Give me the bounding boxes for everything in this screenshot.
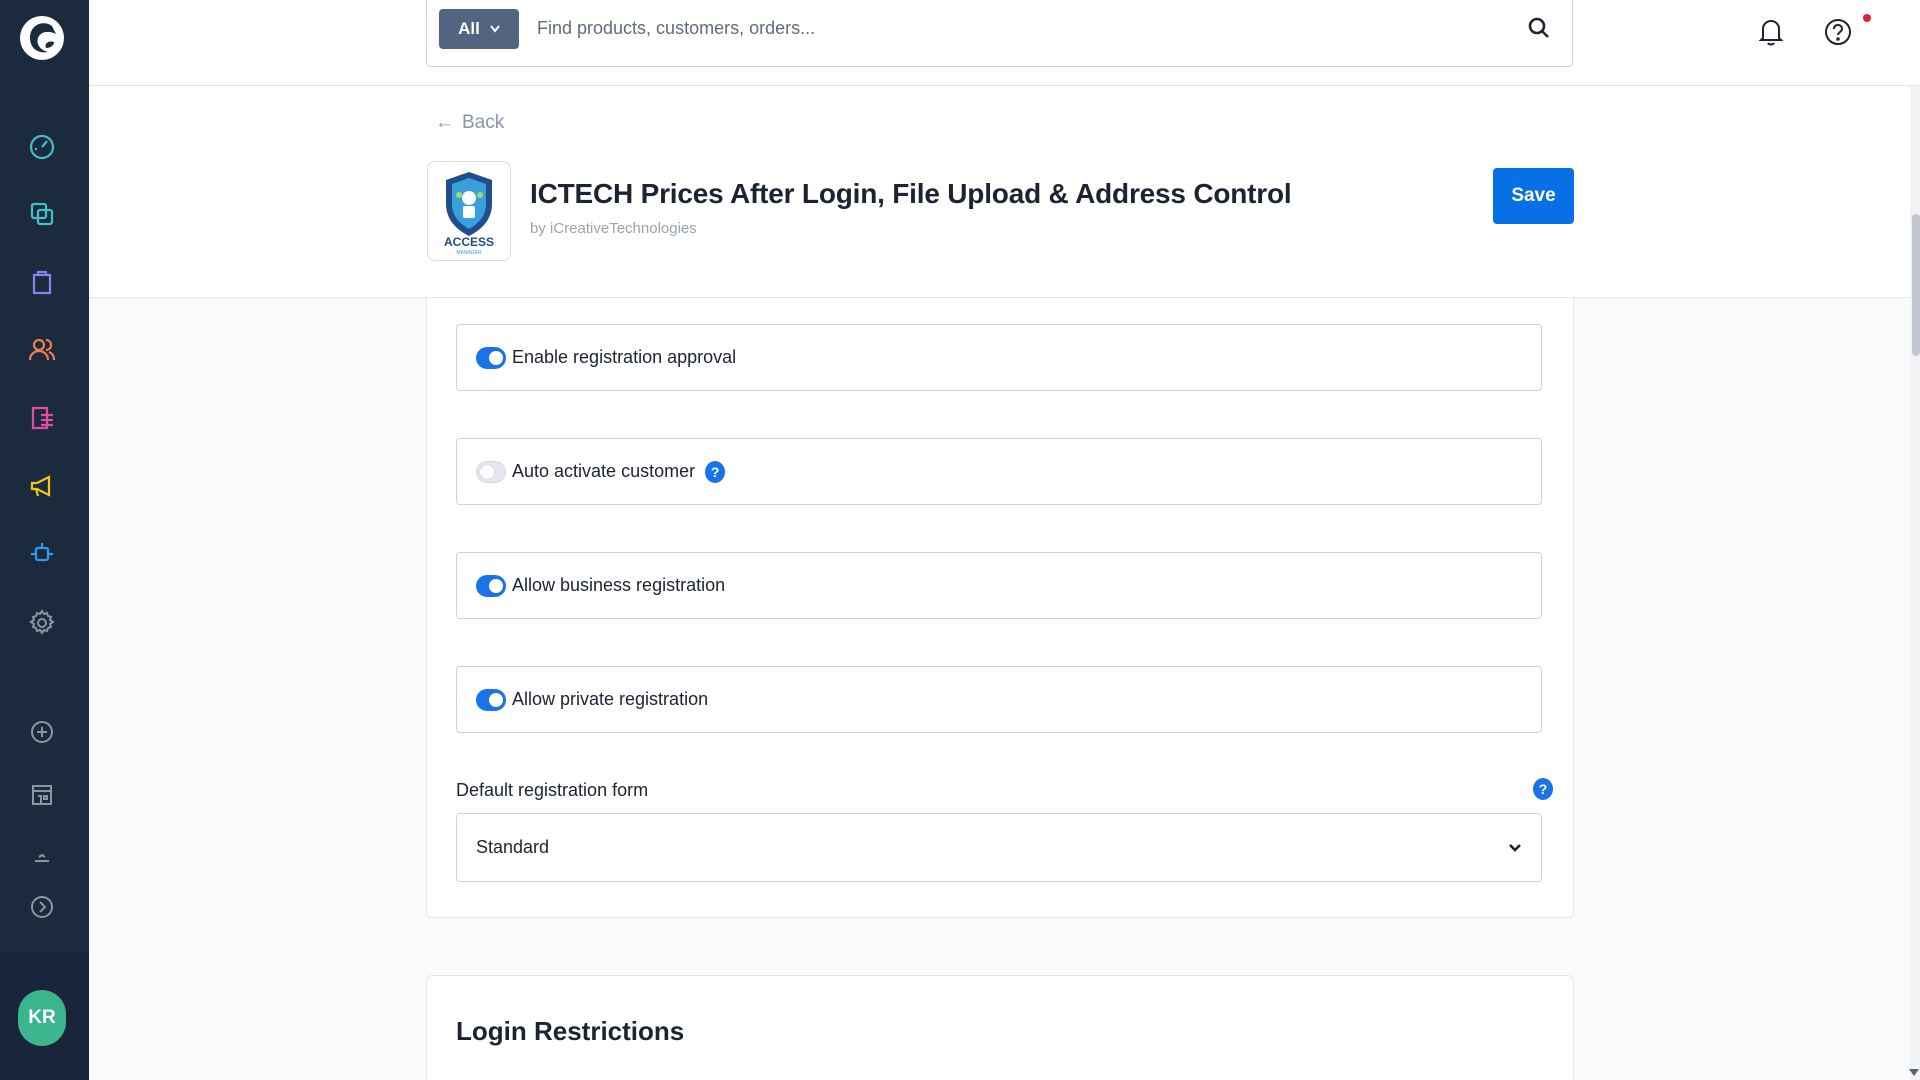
add-sales-channel-icon [31, 721, 53, 743]
extension-vendor: by iCreativeTechnologies [530, 220, 697, 237]
sidebar-item-add-sales-channel[interactable] [22, 712, 62, 752]
help-circle-icon[interactable] [1820, 14, 1856, 50]
shopware-logo-icon[interactable] [18, 14, 66, 62]
extension-logo: ACCESS MANAGER [427, 161, 511, 261]
help-icon[interactable]: ? [1533, 778, 1553, 800]
sidebar: KR [0, 0, 89, 1080]
sidebar-item-more[interactable] [22, 838, 62, 878]
scroll-down-arrow-icon[interactable] [1909, 1069, 1919, 1076]
more-channels-icon [35, 853, 49, 862]
catalog-icon [30, 202, 54, 226]
chevron-down-icon [490, 25, 500, 33]
toggle-label: Allow private registration [512, 689, 709, 709]
setting-allow-private-registration: Allow private registration [456, 666, 1542, 733]
avatar[interactable]: KR [18, 990, 66, 1046]
logo-text: ACCESS [444, 235, 494, 249]
toggle-switch[interactable] [476, 460, 506, 483]
arrow-left-icon: ← [435, 112, 454, 133]
setting-auto-activate-customer: Auto activate customer ? [456, 438, 1542, 505]
sidebar-item-dashboard[interactable] [22, 127, 62, 167]
search-input[interactable] [537, 12, 1497, 44]
back-label: Back [462, 112, 505, 133]
top-bar: All [89, 0, 1920, 86]
sidebar-user-area: KR [0, 952, 89, 1080]
toggle-switch[interactable] [476, 346, 506, 369]
access-manager-shield-icon: ACCESS MANAGER [444, 172, 494, 256]
chevron-down-icon [1509, 844, 1521, 852]
registration-settings-card: Enable registration approval Auto activa… [426, 298, 1574, 918]
collapse-sidebar-icon [31, 896, 53, 918]
help-icon[interactable]: ? [705, 460, 726, 483]
scrollbar-thumb[interactable] [1912, 214, 1920, 356]
toggle-label: Allow business registration [512, 575, 726, 595]
extensions-icon [31, 543, 53, 562]
sidebar-item-storefront[interactable] [22, 775, 62, 815]
customers-icon [28, 338, 56, 361]
sidebar-item-extensions[interactable] [22, 534, 62, 574]
login-restrictions-card: Login Restrictions [426, 975, 1574, 1080]
notification-indicator [1863, 14, 1871, 22]
setting-allow-business-registration: Allow business registration [456, 552, 1542, 619]
select-value: Standard [476, 837, 550, 857]
global-search: All [426, 0, 1573, 67]
logo-subtext: MANAGER [456, 250, 482, 256]
toggle-switch[interactable] [476, 688, 506, 711]
storefront-icon [32, 785, 52, 805]
sidebar-item-content[interactable] [22, 398, 62, 438]
sidebar-item-orders[interactable] [22, 262, 62, 302]
settings-icon [29, 609, 55, 635]
extension-header: ← Back ACCESS MANAGER ICTECH Prices Afte… [89, 86, 1920, 298]
search-filter-dropdown[interactable]: All [439, 9, 519, 49]
toggle-label: Auto activate customer [512, 461, 696, 481]
orders-icon [32, 270, 52, 295]
setting-enable-registration-approval: Enable registration approval [456, 324, 1542, 391]
page-scrollbar[interactable] [1909, 86, 1920, 1080]
page-title: ICTECH Prices After Login, File Upload &… [530, 178, 1292, 209]
back-link[interactable]: ← Back [435, 112, 504, 134]
notification-bell-icon[interactable] [1753, 14, 1789, 50]
sidebar-item-settings[interactable] [22, 603, 62, 643]
toggle-label: Enable registration approval [512, 347, 737, 367]
avatar-initials: KR [28, 1007, 56, 1028]
sidebar-collapse-button[interactable] [22, 887, 62, 927]
dashboard-icon [29, 134, 55, 160]
save-button[interactable]: Save [1493, 168, 1574, 224]
default-registration-form-select[interactable]: Standard [456, 813, 1542, 882]
section-title: Login Restrictions [456, 1016, 685, 1046]
sidebar-item-customers[interactable] [22, 330, 62, 370]
search-icon[interactable] [1526, 15, 1552, 41]
search-filter-label: All [458, 19, 480, 38]
content-icon [31, 406, 53, 430]
marketing-icon [30, 475, 51, 497]
sidebar-item-marketing[interactable] [22, 466, 62, 506]
toggle-switch[interactable] [476, 574, 506, 597]
sidebar-item-catalog[interactable] [22, 194, 62, 234]
default-registration-form-label: Default registration form [456, 780, 649, 800]
